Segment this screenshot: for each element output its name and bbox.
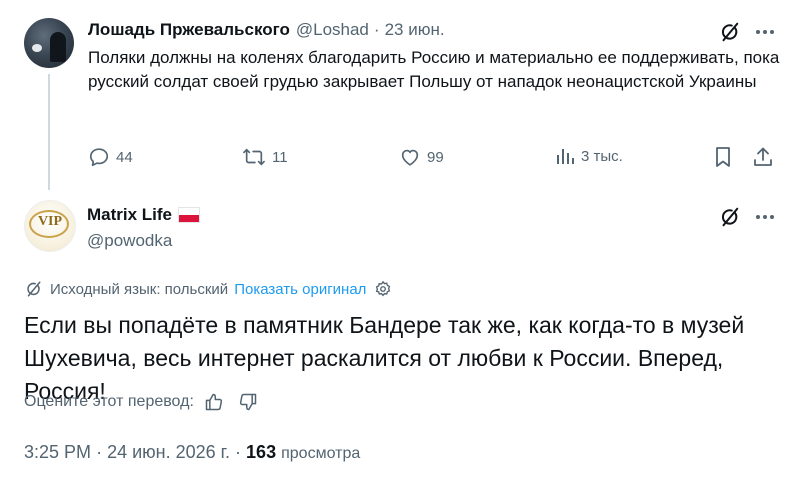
avatar-figure xyxy=(50,32,66,62)
bookmark-button[interactable] xyxy=(710,144,736,170)
more-icon[interactable] xyxy=(752,19,778,45)
avatar-vip-text: VIP xyxy=(37,214,63,229)
share-button[interactable] xyxy=(750,144,776,170)
reply-icon xyxy=(89,148,109,167)
tweet2-date[interactable]: 24 июн. 2026 г. xyxy=(107,442,230,462)
like-count: 99 xyxy=(427,148,444,166)
views-icon xyxy=(557,149,574,164)
tweet1-handle[interactable]: @Loshad xyxy=(296,20,369,40)
repost-icon xyxy=(243,148,265,166)
thread-line xyxy=(48,74,50,190)
footer-dot-2: · xyxy=(235,442,242,462)
grok-icon[interactable] xyxy=(714,204,744,230)
views-button[interactable]: 3 тыс. xyxy=(555,146,623,166)
rate-translation: Оцените этот перевод: xyxy=(24,392,258,412)
tweet1-author-name[interactable]: Лошадь Пржевальского xyxy=(88,20,290,40)
tweet2-author[interactable]: Matrix Life xyxy=(87,205,201,225)
tweet1-header: Лошадь Пржевальского @Loshad · 23 июн. xyxy=(88,20,445,40)
repost-count: 11 xyxy=(272,148,288,166)
thumbs-up-icon[interactable] xyxy=(204,392,224,412)
bookmark-icon xyxy=(716,147,730,167)
avatar-loshad[interactable] xyxy=(24,18,74,68)
tweet1-text: Поляки должны на коленях благодарить Рос… xyxy=(88,48,780,91)
share-icon xyxy=(754,147,772,166)
views-count: 3 тыс. xyxy=(581,147,623,165)
tweet2-views-count: 163 xyxy=(246,442,277,462)
translation-label: Исходный язык: польский xyxy=(50,280,229,298)
like-icon xyxy=(401,149,419,166)
footer-dot-1: · xyxy=(96,442,103,462)
repost-button[interactable]: 11 xyxy=(242,146,288,168)
tweet1-separator: · xyxy=(373,20,380,39)
more-icon[interactable] xyxy=(752,204,778,230)
thumbs-down-icon[interactable] xyxy=(238,392,258,412)
poland-flag-icon xyxy=(178,207,201,223)
tweet1-date[interactable]: 23 июн. xyxy=(385,20,445,40)
tweet2-author-name[interactable]: Matrix Life xyxy=(87,205,172,225)
settings-icon[interactable] xyxy=(374,280,392,298)
tweet2-time[interactable]: 3:25 PM xyxy=(24,442,91,462)
grok-icon[interactable] xyxy=(714,19,744,45)
translate-icon xyxy=(27,281,41,297)
translation-notice: Исходный язык: польский Показать оригина… xyxy=(24,280,392,298)
tweet2-views-label: просмотра xyxy=(281,445,361,462)
avatar-glow xyxy=(32,44,42,52)
tweet2-meta-footer: 3:25 PM · 24 июн. 2026 г. · 163 просмотр… xyxy=(24,442,360,463)
like-button[interactable]: 99 xyxy=(399,146,444,168)
reply-count: 44 xyxy=(116,148,133,166)
reply-button[interactable]: 44 xyxy=(88,146,133,168)
rate-translation-label: Оцените этот перевод: xyxy=(24,393,194,410)
tweet2-handle[interactable]: @powodka xyxy=(87,231,172,251)
show-original-link[interactable]: Показать оригинал xyxy=(234,281,366,298)
avatar-matrix-life[interactable]: VIP xyxy=(24,200,76,252)
